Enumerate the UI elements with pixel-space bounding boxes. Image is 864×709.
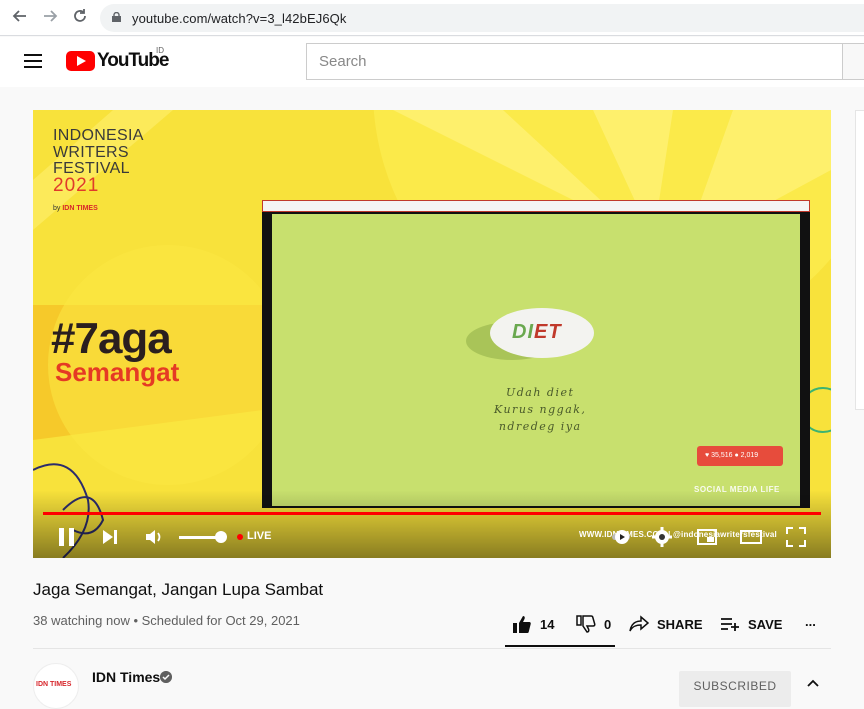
video-meta: 38 watching now • Scheduled for Oct 29, … [33,613,300,628]
video-title: Jaga Semangat, Jangan Lupa Sambat [33,580,324,599]
share-button[interactable]: SHARE [629,613,703,635]
search-button[interactable] [842,43,864,80]
youtube-play-icon [66,51,95,71]
playlist-add-icon [721,618,739,631]
more-actions-icon: ... [805,613,816,629]
info-divider [33,648,831,649]
byline-brand: IDN TIMES [62,205,98,212]
live-badge[interactable]: LIVE [247,530,271,542]
festival-byline: by IDN TIMES [53,205,98,212]
handwritten-line-2: Kurus nggak, [494,403,587,416]
embedded-screen: DIET Udah diet Kurus nggak, ndredeg iya … [262,200,810,508]
share-icon [629,615,649,632]
theater-mode-icon[interactable] [740,526,762,548]
festival-line-2: WRITERS [53,143,129,161]
settings-gear-icon[interactable] [651,526,673,548]
pause-bar-right [69,528,74,546]
subscribed-button[interactable]: SUBSCRIBED [679,671,791,707]
sidebar-card [855,110,864,410]
festival-line-1: INDONESIA [53,127,144,144]
channel-avatar-text: IDN TIMES [36,681,72,688]
menu-icon[interactable] [24,54,42,68]
verified-check-icon [160,671,172,683]
handwritten-caption: Udah diet Kurus nggak, ndredeg iya [494,384,586,435]
share-label: SHARE [657,616,703,632]
url-text: youtube.com/watch?v=3_l42bEJ6Qk [132,11,347,26]
dislike-button[interactable]: 0 [576,613,611,635]
dislike-count: 0 [604,616,612,632]
festival-title: INDONESIA WRITERS FESTIVAL 2021 [53,127,144,196]
like-count: 14 [540,616,555,632]
festival-year: 2021 [53,174,100,196]
address-bar[interactable]: youtube.com/watch?v=3_l42bEJ6Qk [100,4,864,32]
next-button[interactable] [101,528,119,546]
channel-name[interactable]: IDN Times [92,669,160,685]
volume-knob[interactable] [215,531,227,543]
volume-icon[interactable] [145,528,165,546]
diet-logo-left: DI [512,321,534,343]
channel-avatar[interactable]: IDN TIMES [33,663,79,709]
more-actions-button[interactable]: ... [805,610,816,632]
autoplay-toggle-icon[interactable] [611,526,633,548]
embedded-content: DIET Udah diet Kurus nggak, ndredeg iya … [272,214,800,506]
diet-logo-right: ET [534,321,562,343]
save-button[interactable]: SAVE [720,613,782,635]
diet-logo: DIET [512,321,562,344]
region-code: ID [156,46,164,55]
chevron-up-icon[interactable] [806,676,820,690]
thumbs-up-icon [513,616,531,633]
video-player[interactable]: INDONESIA WRITERS FESTIVAL 2021 by IDN T… [33,110,831,558]
byline-prefix: by [53,205,61,212]
pause-bar-left [59,528,64,546]
forward-arrow-icon[interactable] [40,8,60,28]
handwritten-line-1: Udah diet [505,386,575,399]
back-arrow-icon[interactable] [10,8,30,28]
pause-button[interactable] [59,528,75,546]
hashtag-subtext: Semangat [55,357,180,387]
thumbs-down-icon [576,615,596,633]
search-input[interactable]: Search [306,43,843,80]
miniplayer-icon[interactable] [696,526,718,548]
like-ratio-bar [505,645,615,647]
fullscreen-icon[interactable] [785,526,807,548]
like-button[interactable]: 14 [512,613,554,635]
likes-badge: ♥ 35,516 ● 2,019 [697,446,783,466]
reload-icon[interactable] [70,8,90,28]
youtube-logo[interactable]: YouTube ID [66,46,169,72]
browser-toolbar: youtube.com/watch?v=3_l42bEJ6Qk [0,0,864,36]
live-dot [237,534,243,540]
lock-icon [112,12,121,22]
handwritten-line-3: ndredeg iya [498,420,582,433]
embedded-browser-bar [262,200,810,212]
progress-bar[interactable] [43,512,821,515]
save-label: SAVE [748,616,783,632]
youtube-header: YouTube ID Search [0,37,864,87]
